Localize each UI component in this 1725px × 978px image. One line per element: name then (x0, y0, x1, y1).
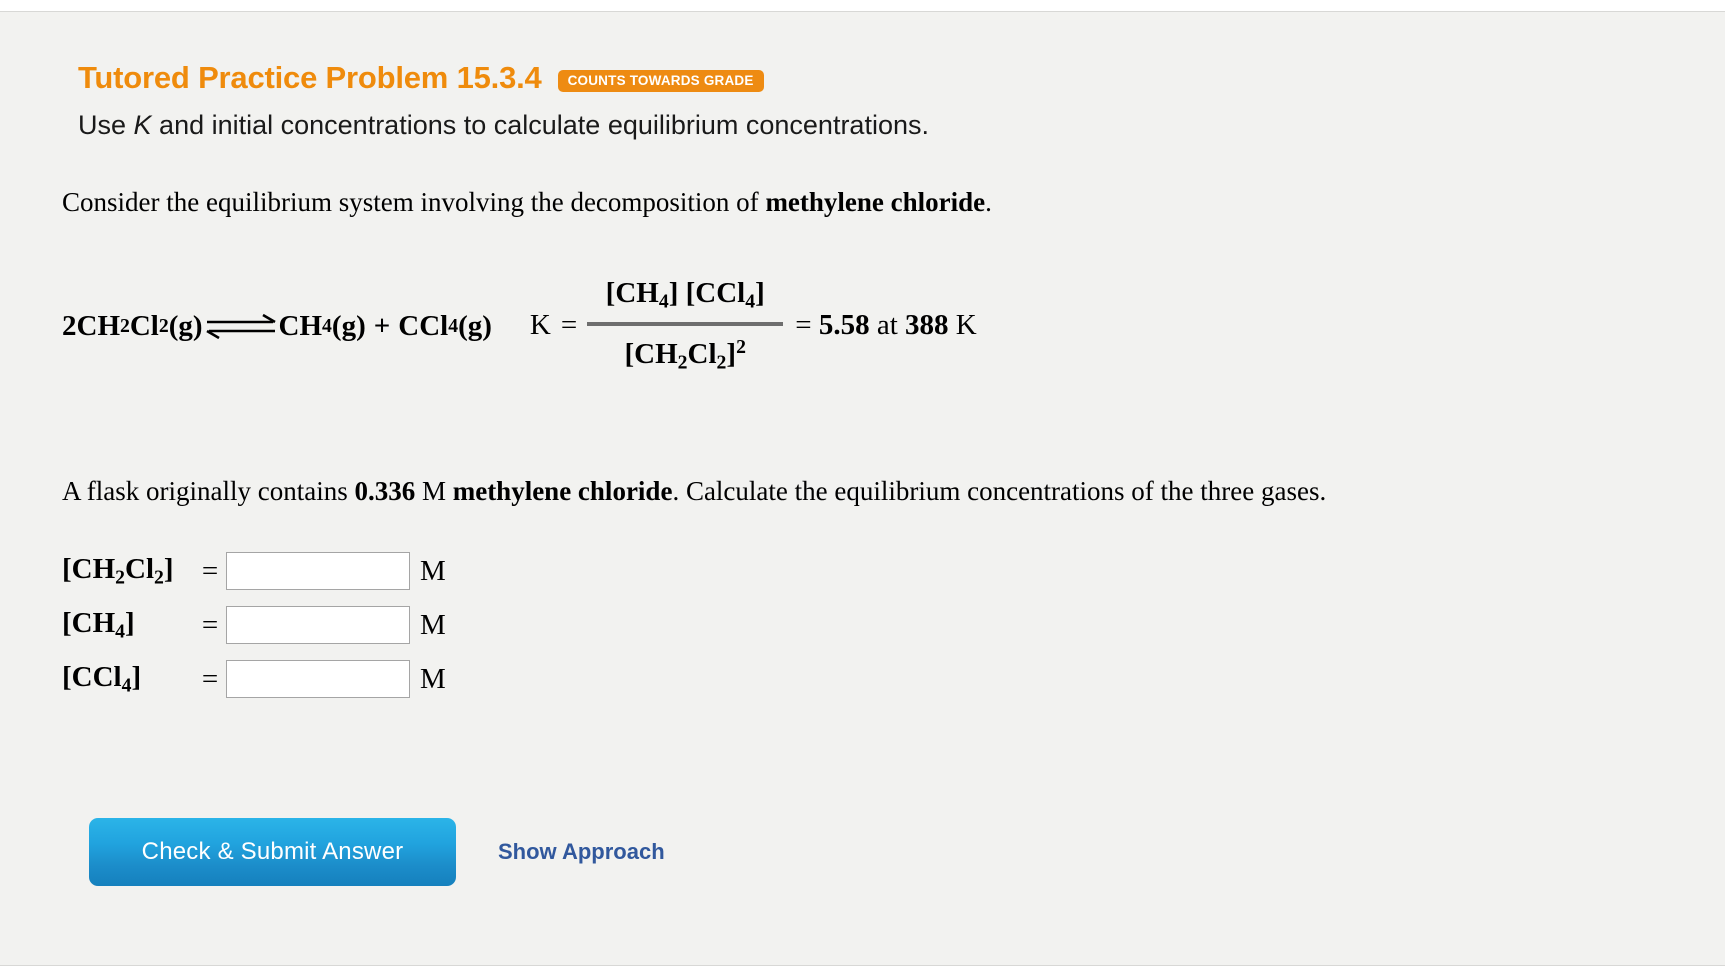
chemical-reaction: 2 CH 2 Cl 2 (g) CH 4 (g) + CCl 4 (g) (62, 310, 492, 343)
k-denominator: [CH2Cl2]2 (619, 326, 752, 373)
label-close-2: ] (131, 660, 142, 693)
reactant-formula-part2: Cl (129, 309, 159, 342)
k-fraction: [CH4] [CCl4] [CH2Cl2]2 (587, 276, 784, 373)
flask-concentration: 0.336 (354, 476, 416, 506)
flask-text-mid: M (415, 476, 453, 506)
equilibrium-arrow-icon (205, 313, 277, 339)
label-close-1: ] (125, 606, 135, 639)
answer-input-ch4[interactable] (226, 606, 410, 644)
answer-input-ch2cl2[interactable] (226, 552, 410, 590)
answer-equals-0: = (201, 554, 219, 587)
k-equals-sign: = (560, 309, 578, 342)
denominator-open: [CH (624, 337, 678, 370)
reactant-state: (g) (168, 309, 203, 342)
flask-text-post: . Calculate the equilibrium concentratio… (672, 476, 1327, 506)
denominator-subscript-1: 2 (677, 351, 688, 374)
label-mid-0: Cl (125, 552, 155, 585)
reaction-coefficient: 2 (62, 309, 77, 342)
equilibrium-constant-expression: K = [CH4] [CCl4] [CH2Cl2]2 = 5.58 at 388… (529, 276, 977, 373)
answer-unit-0: M (420, 554, 446, 587)
answer-unit-1: M (420, 608, 446, 641)
answer-row-ch2cl2: [CH2Cl2] = M (62, 544, 446, 598)
answer-equals-1: = (201, 608, 219, 641)
problem-header: Tutored Practice Problem 15.3.4 COUNTS T… (78, 60, 764, 96)
subtitle-text-pre: Use (78, 110, 134, 140)
k-numerator: [CH4] [CCl4] (600, 276, 771, 322)
label-open-1: [CH (62, 606, 116, 639)
page-title: Tutored Practice Problem 15.3.4 (78, 60, 542, 95)
numerator-a-subscript: 4 (658, 290, 669, 313)
denominator-mid: Cl (687, 337, 717, 370)
answer-label-ch2cl2: [CH2Cl2] (62, 553, 194, 590)
label-open-2: [CCl (62, 660, 122, 693)
k-result-equals: = (795, 309, 812, 342)
denominator-subscript-2: 2 (716, 351, 727, 374)
numerator-a-open: [CH (605, 276, 659, 309)
numerator-b-open: [CCl (685, 276, 746, 309)
k-value: 5.58 (818, 309, 870, 342)
denominator-close: ] (726, 337, 737, 370)
k-symbol: K (529, 309, 551, 342)
k-temperature: 388 (905, 309, 949, 342)
intro-text-pre: Consider the equilibrium system involvin… (62, 187, 766, 217)
action-bar: Check & Submit Answer Show Approach (89, 818, 665, 886)
numerator-b-subscript: 4 (745, 290, 756, 313)
reaction-plus-sign: + (373, 309, 391, 342)
reactant-formula-part1: CH (76, 309, 121, 342)
product1-state: (g) (331, 309, 366, 342)
label-sub1-1: 4 (115, 620, 126, 643)
answer-fields-group: [CH2Cl2] = M [CH4] = M [CCl4] = M (62, 544, 446, 706)
subtitle-text-post: and initial concentrations to calculate … (151, 110, 929, 140)
k-value-group: = 5.58 at 388 K (795, 309, 977, 342)
answer-unit-2: M (420, 662, 446, 695)
answer-equals-2: = (201, 662, 219, 695)
flask-substance: methylene chloride (452, 476, 673, 506)
product2-formula: CCl (398, 309, 449, 342)
label-sub2-0: 2 (154, 566, 164, 589)
status-badge: COUNTS TOWARDS GRADE (557, 70, 764, 92)
k-at-word: at (876, 309, 898, 342)
label-sub1-0: 2 (115, 566, 126, 589)
subtitle-symbol-k: K (133, 110, 152, 140)
answer-row-ch4: [CH4] = M (62, 598, 446, 652)
answer-label-ccl4: [CCl4] (62, 661, 194, 698)
label-close-0: ] (163, 552, 174, 585)
flask-sentence: A flask originally contains 0.336 M meth… (62, 476, 1326, 507)
flask-text-pre: A flask originally contains (62, 476, 355, 506)
numerator-b-close: ] (755, 276, 765, 309)
intro-sentence: Consider the equilibrium system involvin… (62, 187, 992, 218)
product2-subscript: 4 (448, 314, 459, 337)
reactant-subscript-2: 2 (158, 314, 169, 337)
answer-row-ccl4: [CCl4] = M (62, 652, 446, 706)
label-open-0: [CH (62, 552, 116, 585)
show-approach-link[interactable]: Show Approach (498, 839, 665, 865)
product1-subscript: 4 (322, 314, 332, 337)
label-sub1-2: 4 (121, 674, 132, 697)
reactant-subscript-1: 2 (120, 314, 130, 337)
k-temperature-unit: K (955, 309, 977, 342)
intro-substance: methylene chloride (765, 187, 986, 217)
answer-input-ccl4[interactable] (226, 660, 410, 698)
problem-page: Tutored Practice Problem 15.3.4 COUNTS T… (0, 0, 1725, 978)
problem-subtitle: Use K and initial concentrations to calc… (78, 110, 929, 141)
product1-formula: CH (278, 309, 323, 342)
denominator-exponent: 2 (736, 336, 746, 359)
check-submit-answer-button[interactable]: Check & Submit Answer (89, 818, 456, 886)
product2-state: (g) (458, 309, 492, 342)
answer-label-ch4: [CH4] (62, 607, 194, 644)
numerator-a-close: ] (668, 276, 686, 309)
intro-text-post: . (985, 187, 992, 217)
equilibrium-equation-block: 2 CH 2 Cl 2 (g) CH 4 (g) + CCl 4 (g) K = [CH4] [C… (62, 256, 977, 396)
